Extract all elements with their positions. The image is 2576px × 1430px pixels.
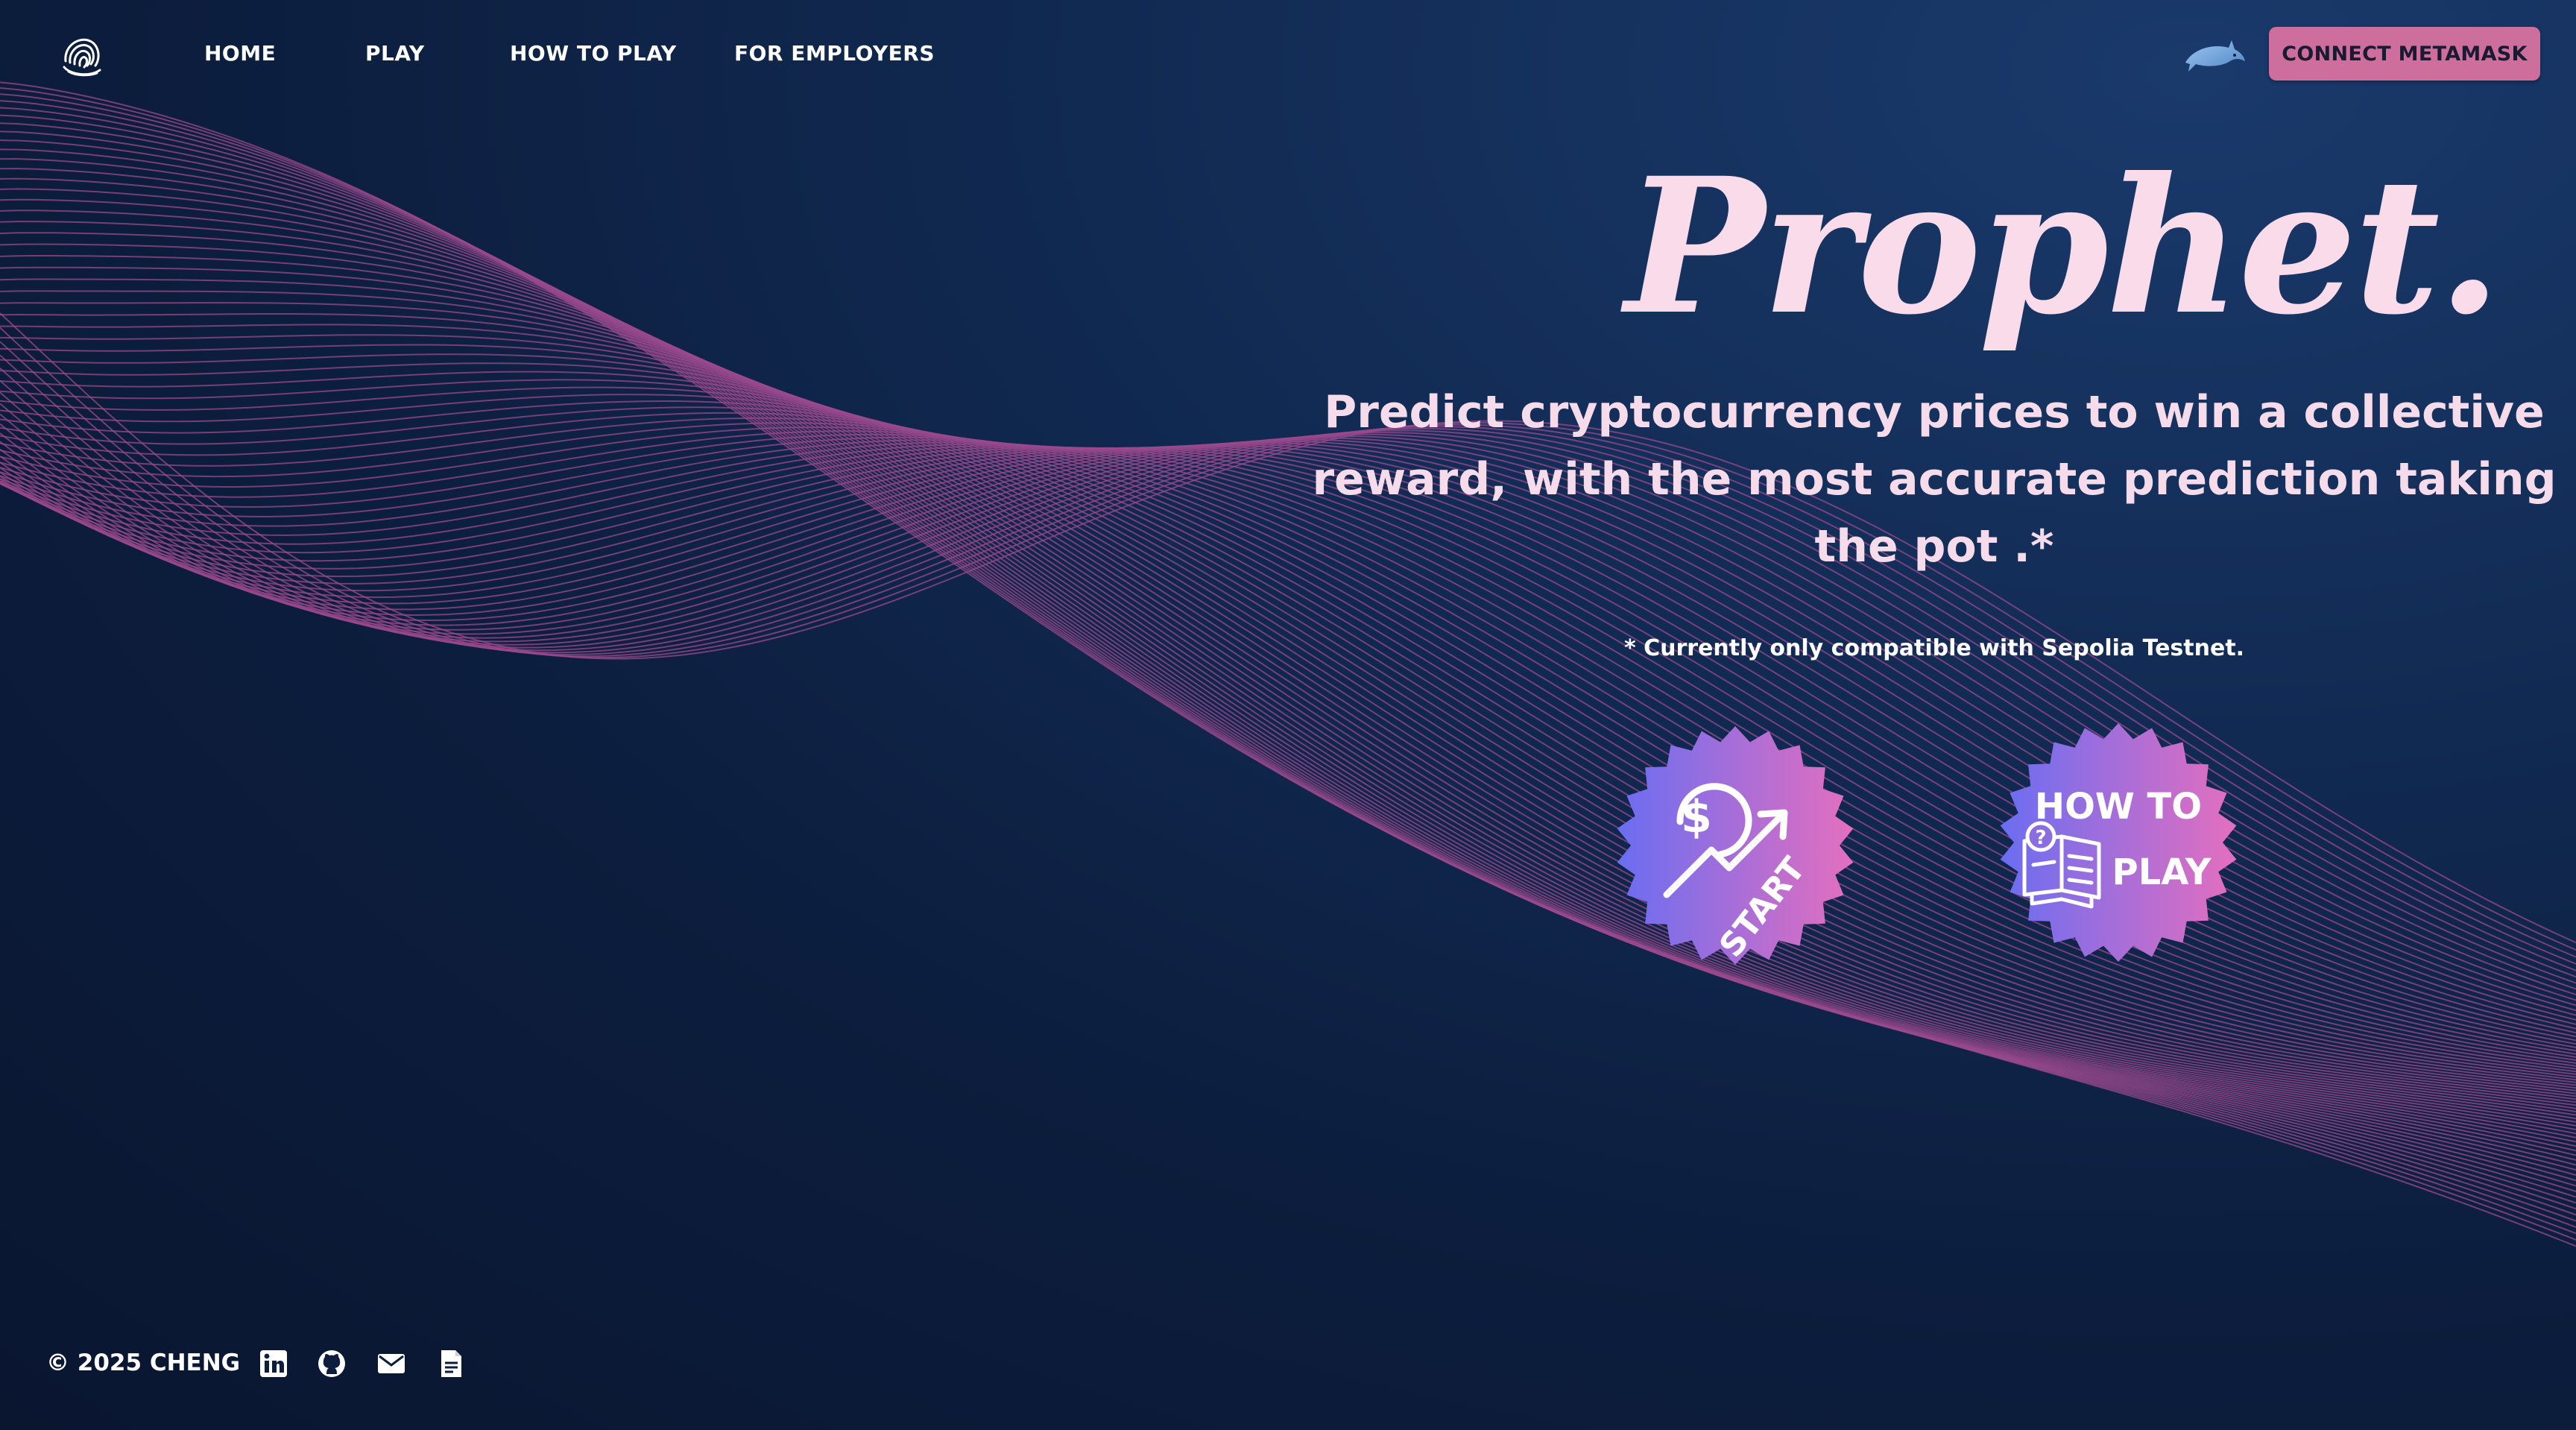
play-badge-label: PLAY <box>2112 851 2212 893</box>
how-to-badge-label: HOW TO <box>2035 786 2202 828</box>
footer-copyright: © 2025 CHENG <box>46 1349 241 1376</box>
how-to-play-badge-button[interactable]: HOW TO PLAY ? <box>1992 716 2245 969</box>
nav-how-to-play-link[interactable]: HOW TO PLAY <box>510 39 677 69</box>
document-icon[interactable] <box>435 1348 467 1379</box>
hero-tagline: Predict cryptocurrency prices to win a c… <box>1312 386 2557 573</box>
testnet-note: * Currently only compatible with Sepolia… <box>1623 635 2245 661</box>
fingerprint-swirl-icon[interactable] <box>60 33 104 79</box>
linkedin-icon[interactable] <box>258 1348 289 1379</box>
top-navigation: HOME PLAY HOW TO PLAY FOR EMPLOYERS CONN… <box>0 0 2576 112</box>
dolphin-icon <box>2185 40 2245 72</box>
hero-title: Prophet. <box>1625 136 2502 356</box>
dollar-sign: $ <box>1681 791 1712 843</box>
svg-text:?: ? <box>2035 827 2046 849</box>
nav-for-employers-link[interactable]: FOR EMPLOYERS <box>734 39 935 69</box>
nav-play-link[interactable]: PLAY <box>365 39 425 69</box>
email-icon[interactable] <box>376 1348 407 1379</box>
nav-home-link[interactable]: HOME <box>204 39 276 69</box>
connect-metamask-button[interactable]: CONNECT METAMASK <box>2269 27 2540 81</box>
github-icon[interactable] <box>316 1348 347 1379</box>
start-badge-button[interactable]: $ START <box>1609 719 1862 972</box>
